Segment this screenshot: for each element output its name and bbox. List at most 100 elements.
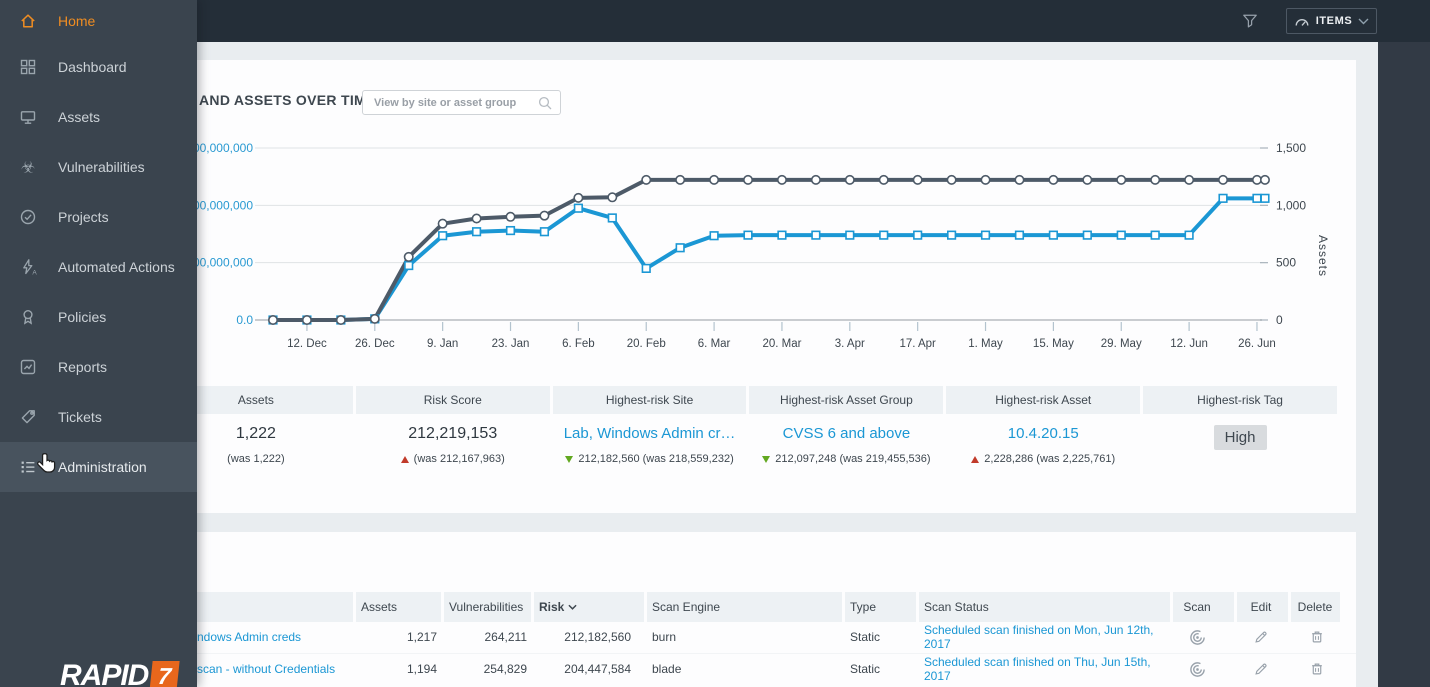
- sidebar-item-assets[interactable]: Assets: [0, 92, 197, 142]
- sort-desc-icon: [568, 604, 577, 610]
- trend-up-icon: [971, 455, 980, 463]
- ribbon-icon: [19, 308, 37, 326]
- sidebar-item-home[interactable]: Home: [0, 0, 197, 42]
- stat-highest-risk-asset-group: Highest-risk Asset Group CVSS 6 and abov…: [749, 386, 944, 465]
- site-type: Static: [850, 662, 881, 676]
- scan-status-link[interactable]: Scheduled scan finished on Mon, Jun 12th…: [924, 621, 1170, 653]
- tag-badge-high: High: [1213, 425, 1267, 450]
- column-header-scan-engine[interactable]: Scan Engine: [652, 592, 720, 622]
- sidebar-item-vulnerabilities[interactable]: ☣ Vulnerabilities: [0, 142, 197, 192]
- svg-text:26. Dec: 26. Dec: [355, 338, 395, 350]
- site-assets: 1,217: [406, 630, 437, 644]
- svg-text:29. May: 29. May: [1101, 338, 1142, 350]
- sites-table-card: Assets Vulnerabilities Risk Scan Engine …: [14, 532, 1356, 687]
- site-risk: 212,182,560: [564, 630, 631, 644]
- stat-label: Highest-risk Site: [552, 386, 747, 414]
- scan-status-link[interactable]: Scheduled scan finished on Thu, Jun 15th…: [924, 653, 1170, 685]
- sidebar-item-administration[interactable]: Administration: [0, 442, 197, 492]
- column-header-delete: Delete: [1297, 600, 1333, 614]
- rapid7-logo: RAPID 7: [60, 659, 180, 687]
- sidebar-item-projects[interactable]: Projects: [0, 192, 197, 242]
- svg-text:9. Jan: 9. Jan: [427, 338, 458, 350]
- report-chart-icon: [19, 358, 37, 376]
- svg-text:26. Jun: 26. Jun: [1238, 338, 1276, 350]
- sidebar-item-automated-actions[interactable]: A Automated Actions: [0, 242, 197, 292]
- sidebar-item-reports[interactable]: Reports: [0, 342, 197, 392]
- site-scan-engine: blade: [652, 662, 682, 676]
- trend-up-icon: [400, 455, 409, 463]
- logo-accent-7: 7: [149, 660, 180, 687]
- site-type: Static: [850, 630, 881, 644]
- risk-assets-over-time-card: AND ASSETS OVER TIME 0.0100,000,000200,0…: [14, 60, 1356, 513]
- highest-risk-site-link[interactable]: Lab, Windows Admin cr…: [553, 425, 747, 446]
- site-name-link[interactable]: scan - without Credentials: [197, 653, 377, 685]
- svg-text:6. Mar: 6. Mar: [698, 338, 731, 350]
- column-header-assets[interactable]: Assets: [361, 592, 397, 622]
- highest-risk-asset-group-link[interactable]: CVSS 6 and above: [749, 425, 943, 446]
- stat-delta-text: 212,182,560 (was 218,559,232): [578, 453, 734, 465]
- stat-value: 212,219,153: [408, 425, 498, 442]
- site-risk: 204,447,584: [564, 662, 631, 676]
- sidebar-item-label: Policies: [58, 309, 107, 325]
- delete-icon[interactable]: [1290, 621, 1344, 653]
- monitor-icon: [19, 108, 37, 126]
- chevron-down-icon: [1358, 18, 1369, 25]
- check-circle-icon: [19, 208, 37, 226]
- biohazard-icon: ☣: [19, 158, 37, 177]
- column-header-risk-sorted[interactable]: Risk: [539, 592, 577, 622]
- column-header-edit: Edit: [1250, 600, 1272, 614]
- column-header-scan-status[interactable]: Scan Status: [924, 592, 989, 622]
- gauge-icon: [1294, 15, 1310, 27]
- stat-highest-risk-asset: Highest-risk Asset 10.4.20.15 2,228,286 …: [946, 386, 1141, 465]
- lightning-icon: A: [19, 258, 37, 276]
- svg-text:12. Jun: 12. Jun: [1170, 338, 1208, 350]
- sidebar-nav: Home Dashboard Assets ☣ Vulnerabilities …: [0, 0, 197, 687]
- svg-text:3. Apr: 3. Apr: [835, 338, 865, 350]
- edit-icon[interactable]: [1236, 653, 1286, 685]
- stat-label: Risk Score: [355, 386, 550, 414]
- logo-text: RAPID: [60, 659, 149, 687]
- svg-text:500: 500: [1276, 256, 1296, 270]
- sidebar-item-label: Reports: [58, 359, 108, 375]
- items-dropdown-button[interactable]: ITEMS: [1286, 8, 1377, 34]
- stat-highest-risk-tag: Highest-risk Tag High: [1143, 386, 1337, 465]
- column-header-type[interactable]: Type: [850, 592, 876, 622]
- site-name-link[interactable]: ndows Admin creds: [197, 621, 357, 653]
- home-icon: [19, 12, 37, 30]
- scan-now-icon[interactable]: [1172, 653, 1222, 685]
- site-vulnerabilities: 254,829: [483, 662, 527, 676]
- sidebar-item-policies[interactable]: Policies: [0, 292, 197, 342]
- trend-down-icon: [762, 455, 771, 463]
- svg-text:20. Mar: 20. Mar: [762, 338, 801, 350]
- svg-text:1. May: 1. May: [968, 338, 1003, 350]
- assets-line: [273, 177, 1265, 322]
- column-header-scan: Scan: [1183, 600, 1211, 614]
- stat-highest-risk-site: Highest-risk Site Lab, Windows Admin cr……: [552, 386, 747, 465]
- svg-text:15. May: 15. May: [1033, 338, 1074, 350]
- svg-text:0.0: 0.0: [236, 313, 253, 327]
- delete-icon[interactable]: [1290, 653, 1344, 685]
- edit-icon[interactable]: [1236, 621, 1286, 653]
- column-header-vulnerabilities[interactable]: Vulnerabilities: [449, 592, 523, 622]
- sidebar-item-label: Assets: [58, 109, 101, 125]
- svg-text:A: A: [32, 270, 37, 276]
- sidebar-item-dashboard[interactable]: Dashboard: [0, 42, 197, 92]
- stat-delta-text: 212,097,248 (was 219,455,536): [775, 453, 931, 465]
- trend-down-icon: [565, 455, 574, 463]
- svg-text:6. Feb: 6. Feb: [562, 338, 595, 350]
- sidebar-item-tickets[interactable]: Tickets: [0, 392, 197, 442]
- scan-now-icon[interactable]: [1172, 621, 1222, 653]
- highest-risk-asset-link[interactable]: 10.4.20.15: [946, 425, 1140, 446]
- stat-risk-score: Risk Score 212,219,153 (was 212,167,963): [355, 386, 550, 465]
- site-vulnerabilities: 264,211: [484, 630, 528, 644]
- top-bar: ITEMS: [0, 0, 1430, 42]
- sidebar-item-label: Home: [58, 13, 96, 29]
- summary-stats-strip: Assets 1,222 (was 1,222) Risk Score 212,…: [159, 386, 1337, 465]
- dashboard-icon: [19, 58, 37, 76]
- svg-text:12. Dec: 12. Dec: [287, 338, 327, 350]
- sidebar-item-label: Tickets: [58, 409, 102, 425]
- list-icon: [19, 458, 37, 476]
- filter-icon[interactable]: [1242, 13, 1258, 29]
- items-button-label: ITEMS: [1315, 15, 1353, 27]
- stat-delta-text: 2,228,286 (was 2,225,761): [984, 453, 1116, 465]
